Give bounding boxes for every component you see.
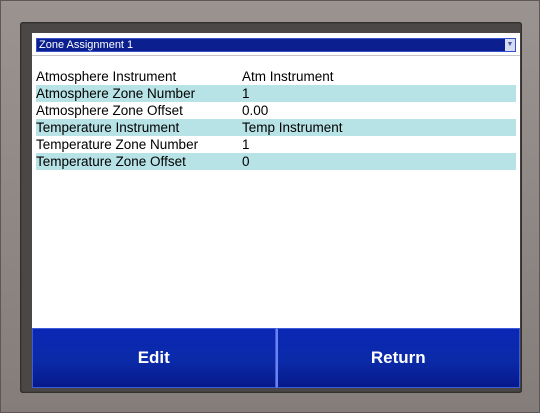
setting-name: Temperature Zone Offset bbox=[36, 154, 186, 169]
setting-name: Temperature Instrument bbox=[36, 120, 180, 135]
table-row[interactable]: Atmosphere Zone Offset 0.00 bbox=[36, 102, 516, 119]
table-row[interactable]: Atmosphere Instrument Atm Instrument bbox=[36, 68, 516, 85]
chevron-down-icon[interactable]: ▼ bbox=[505, 39, 515, 51]
screen: Zone Assignment 1 ▼ Atmosphere Instrumen… bbox=[32, 33, 520, 388]
settings-grid: Atmosphere Instrument Atm Instrument Atm… bbox=[36, 68, 516, 170]
zone-assignment-dropdown[interactable]: Zone Assignment 1 ▼ bbox=[36, 38, 516, 52]
setting-name: Atmosphere Zone Number bbox=[36, 86, 196, 101]
setting-name: Temperature Zone Number bbox=[36, 137, 199, 152]
table-row[interactable]: Atmosphere Zone Number 1 bbox=[36, 85, 516, 102]
button-bar: Edit Return bbox=[32, 328, 520, 388]
setting-value: Atm Instrument bbox=[242, 69, 334, 84]
edit-button[interactable]: Edit bbox=[32, 328, 276, 388]
setting-value: 1 bbox=[242, 86, 250, 101]
return-button[interactable]: Return bbox=[275, 328, 520, 388]
setting-name: Atmosphere Instrument bbox=[36, 69, 177, 84]
table-row[interactable]: Temperature Instrument Temp Instrument bbox=[36, 119, 516, 136]
setting-value: 1 bbox=[242, 137, 250, 152]
setting-value: 0 bbox=[242, 154, 250, 169]
setting-value: 0.00 bbox=[242, 103, 269, 118]
table-row[interactable]: Temperature Zone Offset 0 bbox=[36, 153, 516, 170]
zone-assignment-selected: Zone Assignment 1 bbox=[39, 39, 134, 51]
setting-name: Atmosphere Zone Offset bbox=[36, 103, 183, 118]
setting-value: Temp Instrument bbox=[242, 120, 343, 135]
table-row[interactable]: Temperature Zone Number 1 bbox=[36, 136, 516, 153]
divider bbox=[32, 55, 520, 56]
